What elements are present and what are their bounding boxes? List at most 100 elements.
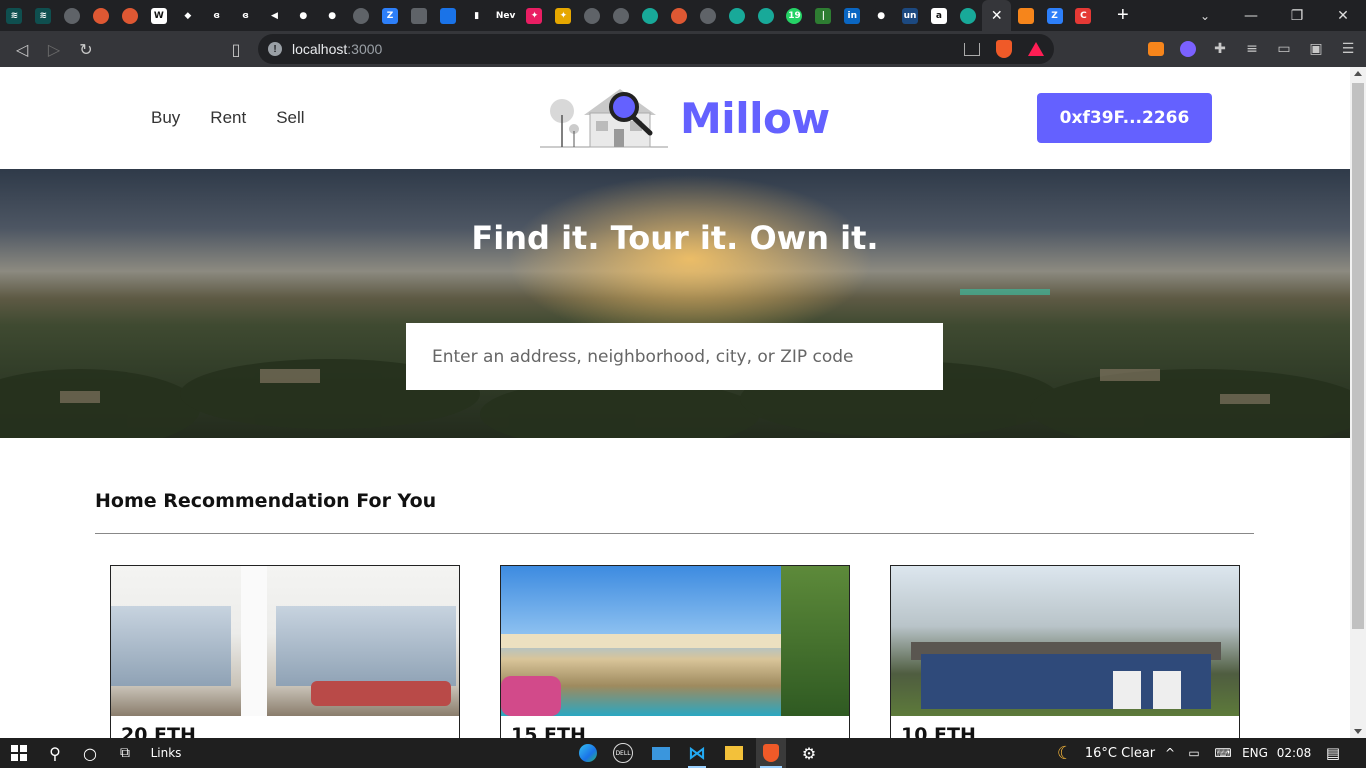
browser-tab[interactable]: ◀ (260, 0, 289, 31)
site-info-icon[interactable]: ! (268, 42, 282, 56)
settings-gear-icon[interactable]: ⚙ (796, 738, 822, 768)
browser-tab[interactable]: a (925, 0, 954, 31)
browser-tab[interactable]: ● (867, 0, 896, 31)
start-button[interactable] (4, 738, 34, 768)
sidebar-icon[interactable]: ▭ (1274, 39, 1294, 59)
browser-tab[interactable] (607, 0, 636, 31)
browser-tab[interactable] (636, 0, 665, 31)
task-view-icon[interactable]: ⧉ (110, 738, 140, 768)
scroll-down-icon[interactable] (1354, 729, 1362, 734)
page-scrollbar[interactable] (1350, 67, 1366, 738)
share-icon[interactable] (964, 42, 980, 56)
browser-tab[interactable] (751, 0, 780, 31)
search-icon[interactable]: ⚲ (40, 738, 70, 768)
wallet-icon[interactable]: ▣ (1306, 39, 1326, 59)
links-toolbar[interactable]: Links (146, 738, 186, 768)
browser-tab[interactable]: ● (318, 0, 347, 31)
reload-button[interactable]: ↻ (70, 33, 102, 65)
whatsapp-icon: 19 (786, 7, 803, 24)
bookmark-button[interactable]: ▯ (220, 33, 252, 65)
browser-tab[interactable]: Nev (491, 0, 520, 31)
browser-tab[interactable]: ✦ (520, 0, 549, 31)
browser-tab[interactable]: Z (1040, 0, 1069, 31)
browser-tab[interactable]: W (144, 0, 173, 31)
close-icon[interactable]: ✕ (991, 7, 1003, 24)
browser-tab[interactable] (953, 0, 982, 31)
pin-icon: ▮ (468, 7, 485, 24)
weather-text[interactable]: 16°C Clear (1082, 738, 1158, 768)
browser-tab[interactable] (87, 0, 116, 31)
browser-tab[interactable]: ● (289, 0, 318, 31)
brave-shields-icon[interactable] (996, 40, 1012, 58)
browser-tab[interactable]: C (1069, 0, 1098, 31)
browser-tab[interactable]: ✦ (549, 0, 578, 31)
restore-button[interactable]: ❐ (1274, 8, 1320, 24)
duckduckgo-icon (93, 7, 110, 24)
language-indicator[interactable]: ENG (1240, 738, 1270, 768)
account-button[interactable]: 0xf39F...2266 (1037, 93, 1212, 143)
search-input[interactable] (406, 323, 943, 390)
metamask-extension-icon[interactable] (1146, 39, 1166, 59)
windows-taskbar: ⚲ ○ ⧉ Links DELL ⋈ ⚙ ☾ 16°C Clear ^ ▭ ⌨ … (0, 738, 1366, 768)
playlist-icon[interactable]: ≡ (1242, 39, 1262, 59)
browser-tab[interactable] (1011, 0, 1040, 31)
browser-tab[interactable] (116, 0, 145, 31)
new-tab-button[interactable]: + (1108, 4, 1138, 27)
browser-tab[interactable]: ɞ (202, 0, 231, 31)
nav-rent-link[interactable]: Rent (210, 108, 246, 128)
mail-icon[interactable] (648, 738, 674, 768)
home-card[interactable]: 10 ETH (890, 565, 1240, 738)
active-browser-tab[interactable]: ✕ (982, 0, 1012, 31)
menu-icon[interactable]: ☰ (1338, 39, 1358, 59)
browser-tab[interactable]: ≋ (0, 0, 29, 31)
file-explorer-icon[interactable] (721, 738, 747, 768)
browser-tab[interactable]: | (809, 0, 838, 31)
network-icon[interactable]: ▭ (1184, 738, 1204, 768)
scroll-up-icon[interactable] (1354, 71, 1362, 76)
browser-tab[interactable] (347, 0, 376, 31)
url-text: localhost:3000 (292, 41, 382, 57)
browser-tab[interactable]: 19 (780, 0, 809, 31)
browser-tab[interactable] (578, 0, 607, 31)
clock[interactable]: 02:08 (1276, 738, 1312, 768)
dell-icon[interactable]: DELL (610, 738, 636, 768)
edge-icon[interactable] (575, 738, 601, 768)
browser-tab[interactable] (693, 0, 722, 31)
brand-name[interactable]: Millow (680, 94, 830, 143)
window-controls: — ❐ ✕ (1228, 0, 1366, 31)
brave-taskbar-icon[interactable] (756, 738, 786, 768)
browser-tab[interactable] (404, 0, 433, 31)
globe-icon (699, 7, 716, 24)
browser-tab[interactable] (722, 0, 751, 31)
browser-tab[interactable]: Z (376, 0, 405, 31)
browser-tab[interactable] (664, 0, 693, 31)
browser-tab[interactable]: un (896, 0, 925, 31)
cortana-icon[interactable]: ○ (75, 738, 105, 768)
extension-icon[interactable] (1178, 39, 1198, 59)
brave-rewards-icon[interactable] (1028, 42, 1044, 56)
chevron-up-icon[interactable]: ^ (1160, 738, 1180, 768)
nav-buy-link[interactable]: Buy (151, 108, 180, 128)
browser-tab[interactable] (433, 0, 462, 31)
tab-search-button[interactable]: ⌄ (1190, 0, 1220, 31)
github-icon: ● (873, 7, 890, 24)
keyboard-icon[interactable]: ⌨ (1208, 738, 1238, 768)
back-button[interactable]: ◁ (6, 33, 38, 65)
minimize-button[interactable]: — (1228, 8, 1274, 24)
notifications-icon[interactable]: ▤ (1320, 738, 1346, 768)
vscode-icon[interactable]: ⋈ (684, 738, 710, 768)
browser-tab[interactable] (58, 0, 87, 31)
home-card[interactable]: 20 ETH (110, 565, 460, 738)
nav-sell-link[interactable]: Sell (276, 108, 304, 128)
browser-tab[interactable]: ɞ (231, 0, 260, 31)
home-card[interactable]: 15 ETH (500, 565, 850, 738)
scroll-thumb[interactable] (1352, 83, 1364, 629)
address-bar[interactable]: ! localhost:3000 (258, 34, 1054, 64)
close-window-button[interactable]: ✕ (1320, 8, 1366, 24)
forward-button[interactable]: ▷ (38, 33, 70, 65)
browser-tab[interactable]: in (838, 0, 867, 31)
browser-tab[interactable]: ◆ (173, 0, 202, 31)
puzzle-icon[interactable]: ✚ (1210, 39, 1230, 59)
browser-tab[interactable]: ▮ (462, 0, 491, 31)
browser-tab[interactable]: ≋ (29, 0, 58, 31)
